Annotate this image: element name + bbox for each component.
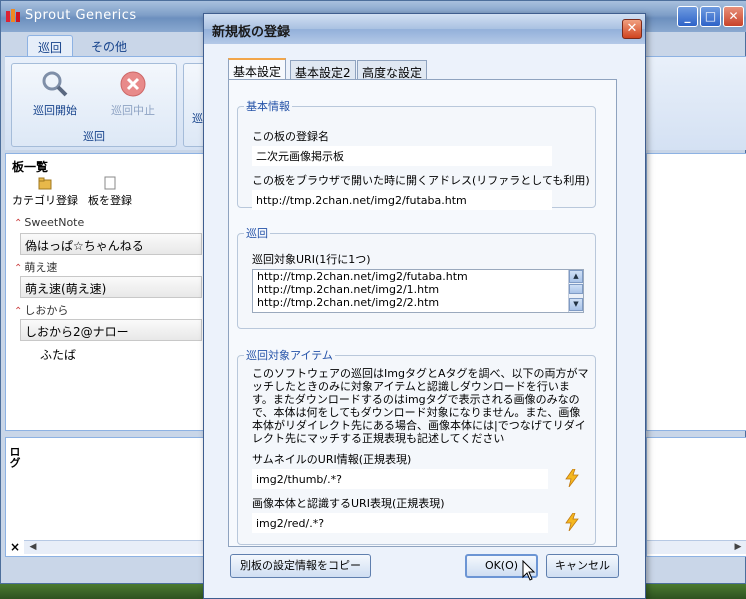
browser-url-field[interactable] bbox=[252, 190, 552, 210]
category-name: SweetNote bbox=[24, 216, 85, 229]
basic-info-group: 基本情報 この板の登録名 この板をブラウザで開いた時に開くアドレス(リファラとし… bbox=[237, 98, 596, 210]
browser-url-label: この板をブラウザで開いた時に開くアドレス(リファラとしても利用) bbox=[252, 174, 590, 187]
board-toolbar: カテゴリ登録 板を登録 bbox=[6, 176, 204, 210]
content-log-panel: ▶ bbox=[646, 437, 746, 557]
uri-line: http://tmp.2chan.net/img2/2.htm bbox=[257, 296, 440, 309]
category-name: しおから bbox=[24, 304, 69, 317]
start-patrol-label: 巡回開始 bbox=[33, 104, 77, 117]
board-item[interactable]: ふたば bbox=[36, 343, 202, 365]
uri-line: http://tmp.2chan.net/img2/futaba.htm bbox=[257, 270, 468, 283]
log-label: ログ bbox=[8, 446, 21, 468]
tab-advanced-settings[interactable]: 高度な設定 bbox=[357, 60, 428, 80]
dialog-title-bar: 新規板の登録 ✕ bbox=[204, 14, 645, 44]
dialog-close-button[interactable]: ✕ bbox=[622, 19, 642, 39]
patrol-legend: 巡回 bbox=[246, 227, 268, 240]
patrol-items-description: このソフトウェアの巡回はImgタグとAタグを調べ、以下の両方がマッチしたときのみ… bbox=[252, 367, 589, 445]
ribbon-tab-other[interactable]: その他 bbox=[81, 35, 137, 56]
board-list-panel: 板一覧 カテゴリ登録 板を登録 ⌃ SweetNote 偽はっぱ☆ちゃんねる ⌃ 萌… bbox=[5, 153, 205, 431]
dialog-title: 新規板の登録 bbox=[212, 25, 291, 40]
ribbon-tab-patrol[interactable]: 巡回 bbox=[27, 35, 74, 56]
uri-line: http://tmp.2chan.net/img2/1.htm bbox=[257, 283, 440, 296]
ribbon-group-patrol: 巡回開始 巡回中止 巡回 bbox=[11, 63, 177, 147]
scroll-thumb[interactable] bbox=[569, 284, 583, 294]
patrol-uri-textarea[interactable]: http://tmp.2chan.net/img2/futaba.htm htt… bbox=[252, 269, 584, 313]
collapse-arrow-icon: ⌃ bbox=[14, 218, 23, 229]
magnifier-icon bbox=[42, 71, 68, 97]
register-board-label: 板を登録 bbox=[88, 194, 132, 207]
app-icon bbox=[6, 9, 20, 22]
content-panel bbox=[646, 153, 746, 431]
category-header[interactable]: ⌃ 萌え速 bbox=[12, 259, 204, 276]
app-title: Sprout Generics bbox=[25, 8, 137, 23]
board-item[interactable]: 偽はっぱ☆ちゃんねる bbox=[20, 233, 202, 255]
stop-patrol-button[interactable]: 巡回中止 bbox=[98, 70, 168, 118]
board-list-title: 板一覧 bbox=[12, 160, 49, 174]
board-name-label: この板の登録名 bbox=[252, 130, 329, 143]
content-horizontal-scrollbar[interactable]: ▶ bbox=[647, 540, 746, 554]
scroll-right-icon[interactable]: ▶ bbox=[731, 541, 745, 554]
patrol-group: 巡回 巡回対象URI(1行に1つ) http://tmp.2chan.net/i… bbox=[237, 225, 596, 329]
tab-basic-settings-2[interactable]: 基本設定2 bbox=[290, 60, 356, 80]
log-close-button[interactable]: × bbox=[10, 540, 20, 554]
document-icon bbox=[104, 176, 116, 190]
patrol-items-group: 巡回対象アイテム このソフトウェアの巡回はImgタグとAタグを調べ、以下の両方が… bbox=[237, 347, 596, 545]
collapse-arrow-icon: ⌃ bbox=[14, 306, 23, 317]
mouse-cursor-icon bbox=[522, 560, 536, 581]
patrol-items-legend: 巡回対象アイテム bbox=[246, 349, 333, 362]
ribbon-group-label: 巡回 bbox=[83, 130, 105, 143]
category-name: 萌え速 bbox=[24, 261, 58, 274]
basic-info-legend: 基本情報 bbox=[246, 100, 290, 113]
new-board-dialog: 新規板の登録 ✕ 基本設定 基本設定2 高度な設定 基本情報 この板の登録名 こ… bbox=[203, 13, 646, 599]
patrol-uri-label: 巡回対象URI(1行に1つ) bbox=[252, 253, 371, 266]
log-horizontal-scrollbar[interactable]: ◀ bbox=[24, 540, 204, 554]
tab-basic-settings[interactable]: 基本設定 bbox=[228, 58, 287, 80]
register-board-button[interactable]: 板を登録 bbox=[88, 176, 132, 208]
cancel-button[interactable]: キャンセル bbox=[546, 554, 619, 578]
image-uri-label: 画像本体と認識するURI表現(正規表現) bbox=[252, 497, 445, 510]
scroll-left-icon[interactable]: ◀ bbox=[26, 541, 40, 554]
collapse-arrow-icon: ⌃ bbox=[14, 263, 23, 274]
maximize-button[interactable]: □ bbox=[700, 6, 721, 27]
board-item[interactable]: しおから2@ナロー bbox=[20, 319, 202, 341]
start-patrol-button[interactable]: 巡回開始 bbox=[20, 70, 90, 118]
lightning-icon[interactable] bbox=[564, 513, 580, 531]
tab-body: 基本情報 この板の登録名 この板をブラウザで開いた時に開くアドレス(リファラとし… bbox=[228, 79, 617, 547]
main-close-button[interactable]: ✕ bbox=[723, 6, 744, 27]
category-header[interactable]: ⌃ しおから bbox=[12, 302, 204, 319]
register-category-button[interactable]: カテゴリ登録 bbox=[12, 176, 78, 208]
folder-icon bbox=[38, 177, 52, 190]
scroll-down-icon[interactable]: ▼ bbox=[569, 298, 583, 311]
board-name-field[interactable] bbox=[252, 146, 552, 166]
minimize-button[interactable]: _ bbox=[677, 6, 698, 27]
stop-patrol-label: 巡回中止 bbox=[111, 104, 155, 117]
board-item[interactable]: 萌え速(萌え速) bbox=[20, 276, 202, 298]
thumbnail-uri-field[interactable] bbox=[252, 469, 548, 489]
thumbnail-uri-label: サムネイルのURI情報(正規表現) bbox=[252, 453, 412, 466]
register-category-label: カテゴリ登録 bbox=[12, 194, 78, 207]
uri-vertical-scrollbar[interactable]: ▲ ▼ bbox=[568, 270, 583, 312]
category-header[interactable]: ⌃ SweetNote bbox=[12, 216, 204, 233]
copy-settings-button[interactable]: 別板の設定情報をコピー bbox=[230, 554, 371, 578]
image-uri-field[interactable] bbox=[252, 513, 548, 533]
ribbon-stub-label: 巡 bbox=[192, 112, 203, 125]
scroll-up-icon[interactable]: ▲ bbox=[569, 270, 583, 283]
lightning-icon[interactable] bbox=[564, 469, 580, 487]
stop-icon bbox=[120, 71, 146, 97]
log-panel: ログ × ◀ bbox=[5, 437, 205, 557]
